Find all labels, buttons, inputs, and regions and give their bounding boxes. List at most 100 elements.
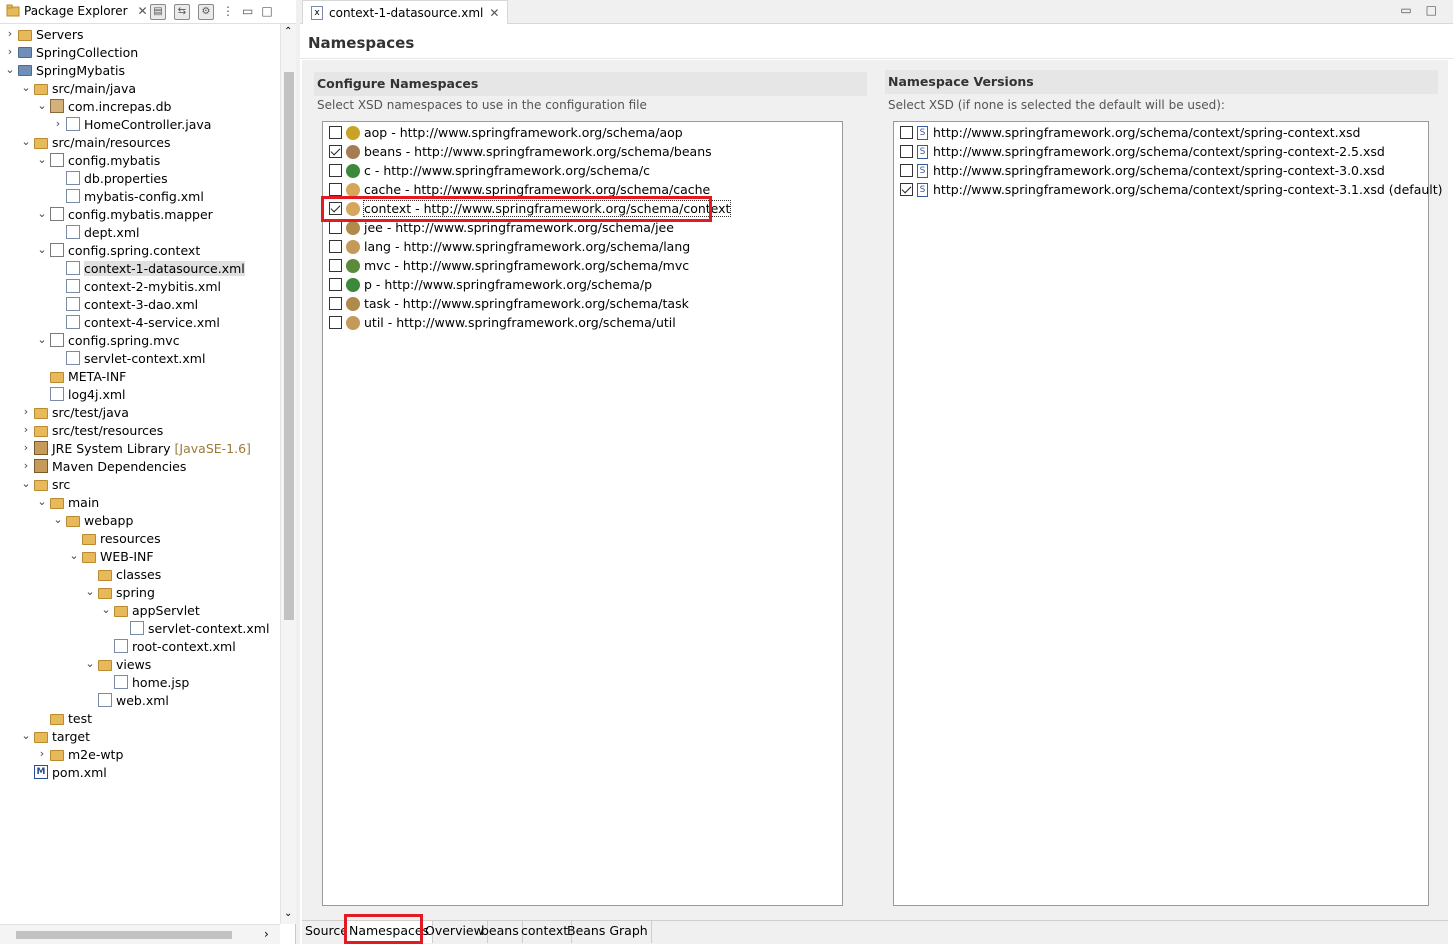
tree-horizontal-scroll-thumb[interactable] [16, 931, 232, 939]
namespace-item[interactable]: aop - http://www.springframework.org/sch… [329, 123, 683, 142]
tree-item[interactable]: › Maven Dependencies [20, 457, 187, 475]
namespace-item[interactable]: lang - http://www.springframework.org/sc… [329, 237, 690, 256]
xsd-version-item[interactable]: Shttp://www.springframework.org/schema/c… [900, 142, 1385, 161]
tree-item[interactable]: context-2-mybitis.xml [52, 277, 221, 295]
tree-item[interactable]: ⌄ com.increpas.db [36, 97, 171, 115]
xsd-version-item[interactable]: Shttp://www.springframework.org/schema/c… [900, 180, 1443, 199]
tree-item[interactable]: ⌄ main [36, 493, 99, 511]
tree-item[interactable]: root-context.xml [100, 637, 236, 655]
editor-tab[interactable]: x context-1-datasource.xml ✕ [302, 0, 509, 24]
collapse-arrow-icon[interactable]: ⌄ [36, 205, 48, 223]
tree-item[interactable]: ⌄ config.mybatis.mapper [36, 205, 212, 223]
collapse-arrow-icon[interactable]: ⌄ [36, 151, 48, 169]
minimize-editor-icon[interactable]: ▭ [1400, 3, 1411, 17]
collapse-arrow-icon[interactable]: ⌄ [84, 655, 96, 673]
collapse-arrow-icon[interactable]: ⌄ [36, 493, 48, 511]
tree-item[interactable]: log4j.xml [36, 385, 126, 403]
maximize-icon[interactable]: □ [261, 4, 272, 20]
tree-item[interactable]: › Servers [4, 25, 84, 43]
xsd-version-checkbox[interactable] [900, 183, 913, 196]
namespace-item[interactable]: p - http://www.springframework.org/schem… [329, 275, 652, 294]
tree-item[interactable]: db.properties [52, 169, 168, 187]
expand-arrow-icon[interactable]: › [4, 43, 16, 61]
tree-item[interactable]: web.xml [84, 691, 169, 709]
collapse-arrow-icon[interactable]: ⌄ [68, 547, 80, 565]
xsd-version-item[interactable]: Shttp://www.springframework.org/schema/c… [900, 123, 1360, 142]
collapse-arrow-icon[interactable]: ⌄ [36, 331, 48, 349]
tree-item[interactable]: ⌄ src/main/resources [20, 133, 170, 151]
collapse-arrow-icon[interactable]: ⌄ [4, 61, 16, 79]
tree-item[interactable]: › HomeController.java [52, 115, 212, 133]
collapse-arrow-icon[interactable]: ⌄ [20, 79, 32, 97]
scroll-down-arrow-icon[interactable]: ⌄ [284, 908, 292, 919]
namespace-checkbox[interactable] [329, 240, 342, 253]
expand-arrow-icon[interactable]: › [52, 115, 64, 133]
tree-item[interactable]: › src/test/java [20, 403, 129, 421]
tree-item[interactable]: ⌄ src [20, 475, 70, 493]
tree-item[interactable]: › SpringCollection [4, 43, 138, 61]
tree-item[interactable]: ⌄ views [84, 655, 151, 673]
xsd-version-checkbox[interactable] [900, 164, 913, 177]
tree-item[interactable]: ⌄ webapp [52, 511, 133, 529]
tab-beans-graph[interactable]: Beans Graph [564, 921, 652, 943]
namespace-item[interactable]: task - http://www.springframework.org/sc… [329, 294, 689, 313]
scroll-up-arrow-icon[interactable]: ⌃ [284, 26, 292, 37]
tree-item[interactable]: ⌄ config.spring.mvc [36, 331, 179, 349]
expand-arrow-icon[interactable]: › [36, 745, 48, 763]
collapse-arrow-icon[interactable]: ⌄ [20, 133, 32, 151]
tree-vertical-scroll-thumb[interactable] [284, 72, 294, 620]
tree-item[interactable]: context-1-datasource.xml [52, 259, 245, 277]
tree-item[interactable]: home.jsp [100, 673, 189, 691]
collapse-all-icon[interactable]: ▤ [150, 4, 166, 20]
namespace-versions-list[interactable]: Shttp://www.springframework.org/schema/c… [893, 121, 1443, 906]
package-explorer-tab[interactable]: Package Explorer ✕ ▤ ⇆ ⚙ ⋮ ▭ □ [0, 0, 296, 24]
tree-item[interactable]: mybatis-config.xml [52, 187, 204, 205]
tree-item[interactable]: servlet-context.xml [52, 349, 205, 367]
expand-arrow-icon[interactable]: › [20, 457, 32, 475]
expand-arrow-icon[interactable]: › [20, 439, 32, 457]
tree-item[interactable]: ⌄ WEB-INF [68, 547, 153, 565]
tree-item[interactable]: ⌄ target [20, 727, 90, 745]
tree-item[interactable]: servlet-context.xml [116, 619, 269, 637]
collapse-arrow-icon[interactable]: ⌄ [20, 475, 32, 493]
collapse-arrow-icon[interactable]: ⌄ [20, 727, 32, 745]
tree-item[interactable]: › src/test/resources [20, 421, 163, 439]
tree-item[interactable]: META-INF [36, 367, 126, 385]
tree-item[interactable]: ⌄ appServlet [100, 601, 199, 619]
tree-item[interactable]: ⌄ config.mybatis [36, 151, 160, 169]
tree-item[interactable]: classes [84, 565, 161, 583]
close-icon[interactable]: ✕ [138, 4, 148, 18]
tree-item[interactable]: Mpom.xml [20, 763, 107, 781]
namespace-checkbox[interactable] [329, 221, 342, 234]
tree-item[interactable]: › JRE System Library [JavaSE-1.6] [20, 439, 251, 457]
filter-icon[interactable]: ⚙ [198, 4, 214, 20]
namespace-item[interactable]: c - http://www.springframework.org/schem… [329, 161, 650, 180]
link-with-editor-icon[interactable]: ⇆ [174, 4, 190, 20]
tree-item[interactable]: ⌄ config.spring.context [36, 241, 200, 259]
tree-vertical-scrollbar[interactable]: ⌃ ⌄ [280, 24, 296, 924]
tree-item[interactable]: ⌄ SpringMybatis [4, 61, 125, 79]
tree-item[interactable]: ⌄ spring [84, 583, 155, 601]
collapse-arrow-icon[interactable]: ⌄ [36, 241, 48, 259]
expand-arrow-icon[interactable]: › [20, 421, 32, 439]
namespace-checkbox[interactable] [329, 259, 342, 272]
tree-item[interactable]: resources [68, 529, 161, 547]
namespace-item[interactable]: util - http://www.springframework.org/sc… [329, 313, 676, 332]
collapse-arrow-icon[interactable]: ⌄ [100, 601, 112, 619]
namespace-checkbox[interactable] [329, 183, 342, 196]
tree-item[interactable]: › m2e-wtp [36, 745, 124, 763]
namespace-checkbox[interactable] [329, 278, 342, 291]
namespace-checkbox[interactable] [329, 126, 342, 139]
tab-beans[interactable]: beans [478, 921, 523, 943]
expand-arrow-icon[interactable]: › [4, 25, 16, 43]
collapse-arrow-icon[interactable]: ⌄ [36, 97, 48, 115]
maximize-editor-icon[interactable]: □ [1426, 3, 1437, 17]
view-menu-icon[interactable]: ⋮ [222, 4, 234, 20]
tree-item[interactable]: test [36, 709, 92, 727]
collapse-arrow-icon[interactable]: ⌄ [84, 583, 96, 601]
namespace-item[interactable]: mvc - http://www.springframework.org/sch… [329, 256, 689, 275]
tree-horizontal-scrollbar[interactable]: › [0, 924, 280, 944]
tree-item[interactable]: context-3-dao.xml [52, 295, 198, 313]
namespace-checkbox[interactable] [329, 145, 342, 158]
namespaces-list[interactable]: aop - http://www.springframework.org/sch… [322, 121, 843, 906]
